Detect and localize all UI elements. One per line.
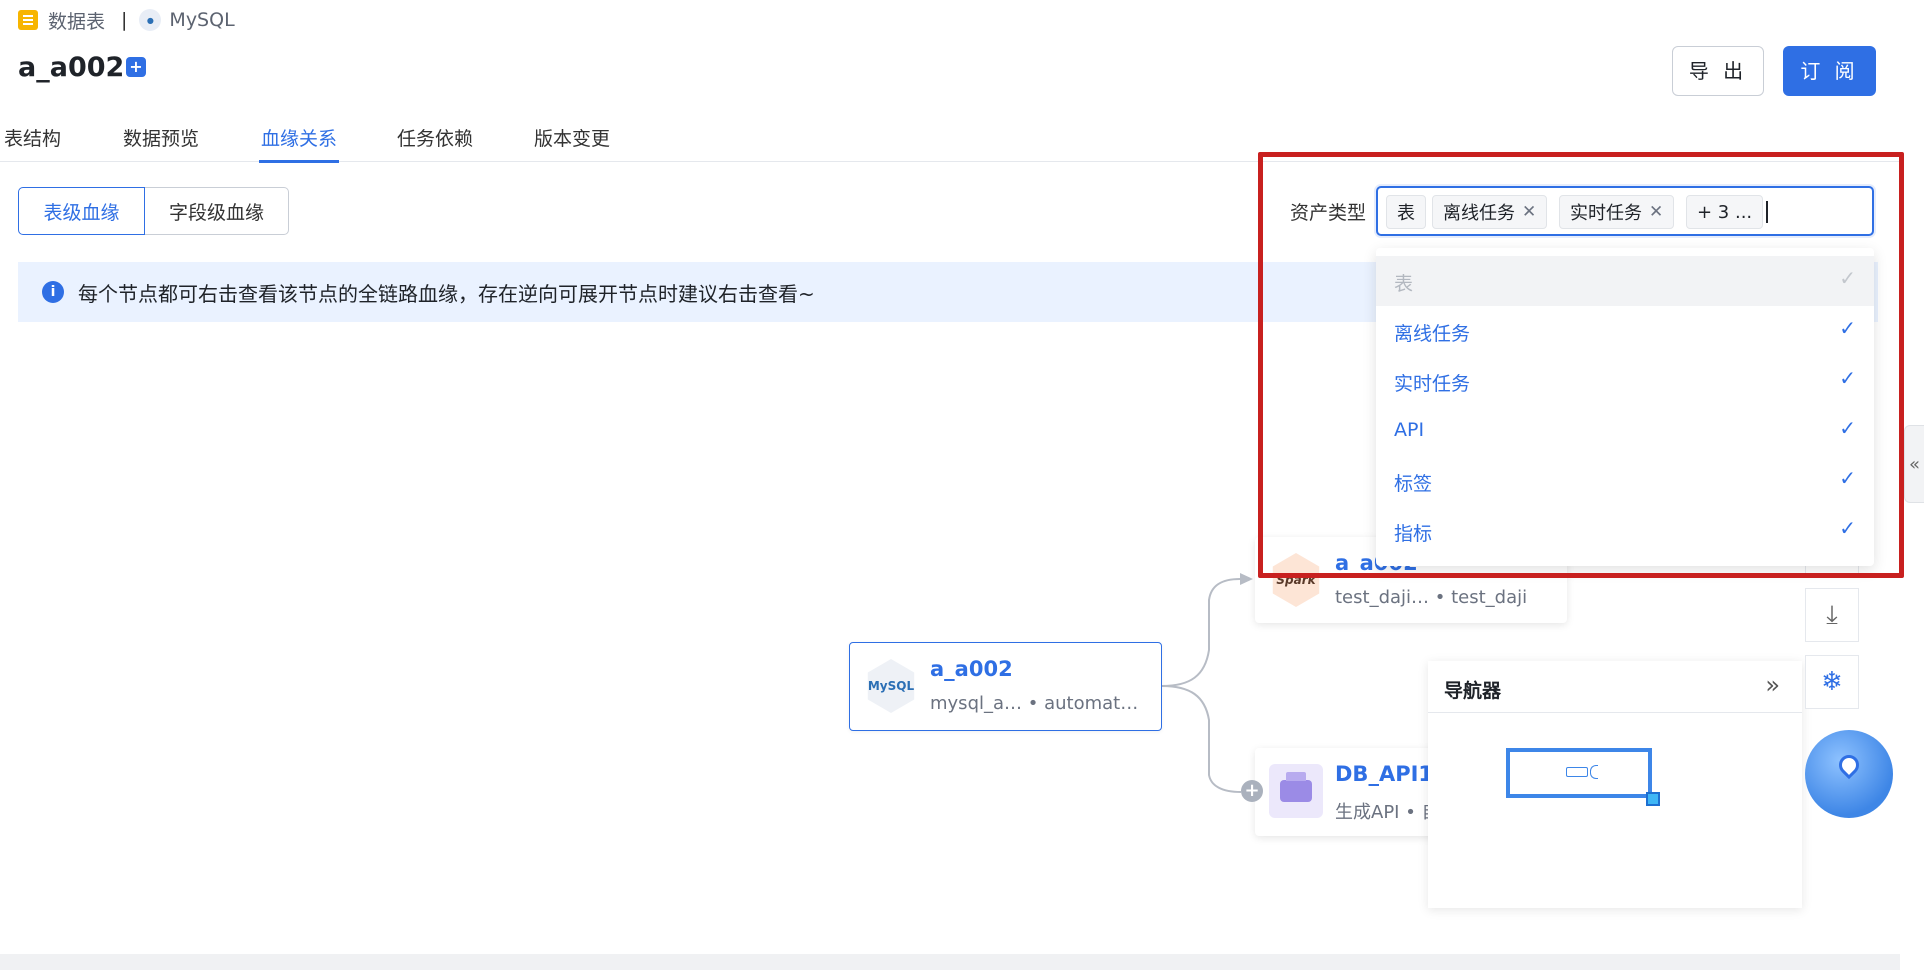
- detail-tabs: 表结构 数据预览 血缘关系 任务依赖 版本变更: [0, 118, 1900, 163]
- option-api[interactable]: API ✓: [1376, 406, 1874, 456]
- option-table: 表 ✓: [1376, 256, 1874, 306]
- edge-arrow-spark: [1240, 573, 1253, 585]
- option-realtime-task[interactable]: 实时任务 ✓: [1376, 356, 1874, 406]
- tab-lineage[interactable]: 血缘关系: [258, 124, 340, 163]
- node-title: DB_API1: [1335, 762, 1434, 786]
- double-chevron-right-icon[interactable]: »: [1765, 671, 1780, 699]
- close-icon[interactable]: ✕: [1522, 202, 1536, 222]
- info-icon: i: [42, 281, 64, 303]
- field-lineage-button[interactable]: 字段级血缘: [144, 187, 289, 235]
- tag-label: 离线任务: [1443, 203, 1515, 224]
- node-subtitle: mysql_a… • automat…: [930, 693, 1139, 714]
- table-lineage-button[interactable]: 表级血缘: [18, 187, 145, 235]
- subscribe-button[interactable]: 订 阅: [1783, 46, 1876, 96]
- page-title: a_a002: [18, 52, 125, 83]
- breadcrumb: 数据表 | ● MySQL: [18, 7, 235, 34]
- asset-type-label: 资产类型: [1290, 202, 1367, 224]
- check-icon: ✓: [1839, 266, 1856, 290]
- api-printer-icon: [1269, 764, 1323, 818]
- asset-type-dropdown: 表 ✓ 离线任务 ✓ 实时任务 ✓ API ✓ 标签 ✓ 指标 ✓: [1376, 248, 1874, 566]
- spark-hex-icon: Spark: [1272, 553, 1320, 607]
- selected-tag: 表: [1386, 195, 1426, 229]
- navigator-panel: 导航器 »: [1428, 661, 1802, 908]
- asset-type-select[interactable]: 表 离线任务 ✕ 实时任务 ✕ + 3 ...: [1376, 186, 1874, 236]
- selected-tag: 离线任务 ✕: [1432, 195, 1548, 229]
- navigator-title: 导航器: [1444, 680, 1502, 702]
- breadcrumb-source[interactable]: MySQL: [169, 9, 234, 31]
- check-icon: ✓: [1839, 466, 1856, 490]
- node-title: a_a002: [930, 657, 1013, 681]
- mysql-icon: ●: [139, 9, 162, 31]
- lineage-node-main[interactable]: MySQL a_a002 mysql_a… • automat…: [849, 642, 1162, 731]
- check-icon: ✓: [1839, 366, 1856, 390]
- option-label: 表: [1394, 273, 1414, 295]
- check-icon: ✓: [1839, 516, 1856, 540]
- close-icon[interactable]: ✕: [1649, 202, 1663, 222]
- tag-label: 实时任务: [1570, 203, 1642, 224]
- option-offline-task[interactable]: 离线任务 ✓: [1376, 306, 1874, 356]
- node-subtitle: 生成API • 自: [1335, 802, 1440, 823]
- tab-version-change[interactable]: 版本变更: [534, 124, 610, 162]
- map-guide-icon[interactable]: [1805, 730, 1893, 818]
- horizontal-scrollbar[interactable]: [0, 954, 1900, 970]
- navigator-resize-handle[interactable]: [1646, 792, 1660, 806]
- tab-data-preview[interactable]: 数据预览: [123, 124, 199, 162]
- export-button[interactable]: 导 出: [1672, 46, 1764, 96]
- node-subtitle: test_daji… • test_daji: [1335, 587, 1528, 608]
- double-chevron-left-icon[interactable]: «: [1904, 425, 1924, 503]
- text-caret: [1766, 201, 1768, 223]
- option-tag[interactable]: 标签 ✓: [1376, 456, 1874, 506]
- info-text: 每个节点都可右击查看该节点的全链路血缘，存在逆向可展开节点时建议右击查看~: [78, 281, 815, 306]
- more-tags-badge: + 3 ...: [1686, 195, 1764, 229]
- download-icon[interactable]: ⤓: [1805, 588, 1859, 642]
- tab-schema[interactable]: 表结构: [4, 124, 61, 162]
- option-label: 实时任务: [1394, 373, 1471, 395]
- check-icon: ✓: [1839, 416, 1856, 440]
- mysql-hex-icon: MySQL: [867, 659, 915, 713]
- edge-to-api: [1161, 685, 1242, 793]
- option-label: 标签: [1394, 473, 1433, 495]
- tab-task-dependency[interactable]: 任务依赖: [397, 124, 473, 162]
- navigator-header: 导航器 »: [1428, 661, 1802, 713]
- option-label: API: [1394, 419, 1425, 441]
- breadcrumb-separator: |: [121, 9, 128, 31]
- navigator-minimap-node: [1566, 767, 1588, 777]
- tag-label: 表: [1397, 203, 1415, 224]
- edge-to-spark: [1161, 578, 1250, 687]
- navigator-minimap-edge: [1590, 765, 1598, 779]
- selected-tag: 实时任务 ✕: [1559, 195, 1675, 229]
- check-icon: ✓: [1839, 316, 1856, 340]
- more-tags-label: + 3 ...: [1697, 201, 1753, 223]
- option-metric[interactable]: 指标 ✓: [1376, 506, 1874, 556]
- snowflake-icon[interactable]: ❄: [1805, 655, 1859, 709]
- option-label: 指标: [1394, 523, 1433, 545]
- option-label: 离线任务: [1394, 323, 1471, 345]
- breadcrumb-type[interactable]: 数据表: [48, 7, 105, 34]
- copy-icon[interactable]: +: [126, 57, 146, 77]
- table-icon: [18, 10, 38, 30]
- expand-node-button[interactable]: +: [1241, 780, 1263, 802]
